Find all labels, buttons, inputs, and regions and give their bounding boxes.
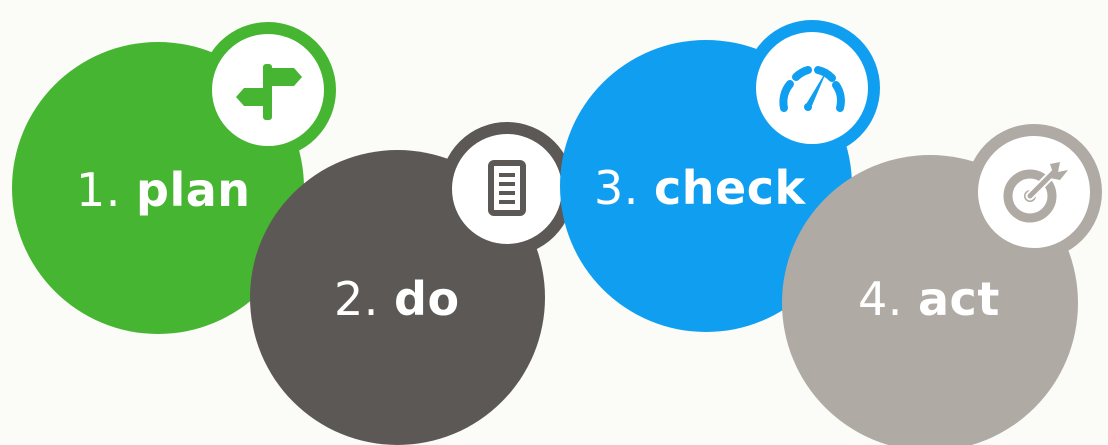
act-number: 4. [858,272,903,326]
do-label: 2. do [334,276,460,322]
gauge-icon [779,66,845,112]
act-label: 4. act [858,276,1000,322]
act-badge [966,124,1102,260]
do-word: do [394,272,460,326]
check-number: 3. [594,161,639,215]
do-number: 2. [334,272,379,326]
do-badge [440,122,574,256]
check-word: check [654,161,806,215]
document-icon [488,160,526,216]
plan-label: 1. plan [76,167,251,213]
plan-word: plan [136,163,251,217]
act-word: act [918,272,1000,326]
check-badge [744,20,880,156]
target-icon [1003,162,1068,223]
pdca-diagram: 1. plan 2. do 3. check 4. act [0,0,1108,445]
plan-number: 1. [76,163,121,217]
plan-badge [200,22,336,158]
signpost-icon [236,64,302,120]
check-label: 3. check [594,165,806,211]
